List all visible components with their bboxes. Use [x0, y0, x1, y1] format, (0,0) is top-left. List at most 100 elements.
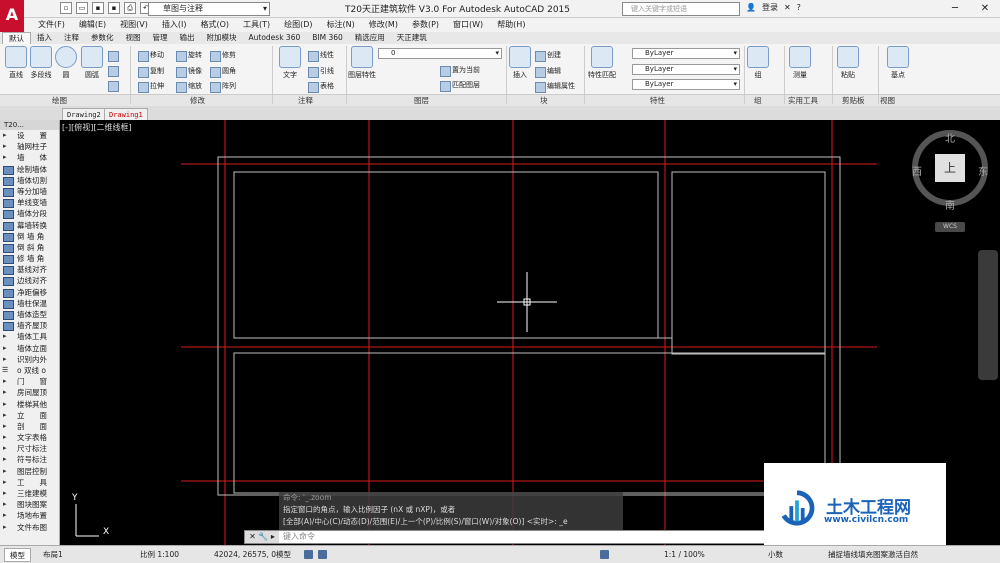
palette-item[interactable]: 墙齐屋顶 — [0, 320, 59, 332]
edit-attr-button[interactable]: 编辑属性 — [535, 81, 575, 93]
palette-item[interactable]: 绘制墙体 — [0, 164, 59, 175]
paste-button[interactable]: 粘贴 — [834, 46, 862, 80]
polyline-button[interactable]: 多段线 — [27, 46, 55, 80]
search-input[interactable]: 键入关键字或短语 — [622, 2, 740, 16]
arc-button[interactable]: 圆弧 — [78, 46, 106, 80]
tab-tangent[interactable]: 天正建筑 — [391, 32, 433, 44]
palette-item[interactable]: 识别内外 — [0, 354, 59, 365]
palette-item[interactable]: o 双线 o — [0, 365, 59, 376]
menu-help[interactable]: 帮助(H) — [491, 18, 531, 32]
line-button[interactable]: 直线 — [2, 46, 30, 80]
workspace-select[interactable]: 草图与注释 — [148, 2, 270, 16]
layer-select[interactable]: 0 — [378, 48, 502, 59]
tab-manage[interactable]: 管理 — [147, 32, 174, 44]
match-props-button[interactable]: 特性匹配 — [588, 46, 616, 80]
palette-item[interactable]: 门 窗 — [0, 376, 59, 387]
palette-item[interactable]: 倒 斜 角 — [0, 242, 59, 254]
compass-south[interactable]: 南 — [945, 197, 955, 212]
base-view-button[interactable]: 基点 — [884, 46, 912, 80]
scale-button[interactable]: 缩放 — [176, 81, 202, 93]
menu-tools[interactable]: 工具(T) — [237, 18, 276, 32]
palette-item[interactable]: 墙柱保温 — [0, 298, 59, 309]
layer-props-button[interactable]: 图层特性 — [348, 46, 376, 80]
match-layer-button[interactable]: 匹配图层 — [440, 80, 480, 92]
palette-item[interactable]: 文字表格 — [0, 432, 59, 443]
fillet-button[interactable]: 圆角 — [210, 66, 236, 78]
print-icon[interactable]: ⎙ — [124, 2, 136, 14]
text-button[interactable]: 文字 — [276, 46, 304, 80]
circle-button[interactable]: 圆 — [52, 46, 80, 80]
exchange-icon[interactable]: ✕ — [784, 3, 791, 12]
copy-button[interactable]: 复制 — [138, 66, 164, 78]
palette-item[interactable]: 尺寸标注 — [0, 443, 59, 454]
file-tab-drawing2[interactable]: Drawing2 — [62, 108, 106, 120]
measure-button[interactable]: 测量 — [786, 46, 814, 80]
annotation-icon[interactable] — [600, 550, 609, 559]
palette-item[interactable]: 幕墙转换 — [0, 220, 59, 231]
menu-edit[interactable]: 编辑(E) — [73, 18, 112, 32]
leader-button[interactable]: 引线 — [308, 66, 334, 78]
palette-item[interactable]: 修 墙 角 — [0, 253, 59, 265]
palette-item[interactable]: 楼梯其他 — [0, 399, 59, 410]
login-button[interactable]: 登录 — [762, 2, 778, 13]
compass-north[interactable]: 北 — [945, 130, 955, 145]
palette-item[interactable]: 场地布置 — [0, 510, 59, 521]
navigation-bar[interactable] — [978, 250, 998, 380]
create-block-button[interactable]: 创建 — [535, 50, 561, 62]
viewcube-top-face[interactable]: 上 — [935, 154, 965, 182]
help-icon[interactable]: ? — [797, 3, 801, 12]
menu-parametric[interactable]: 参数(P) — [406, 18, 445, 32]
color-select[interactable]: ByLayer — [632, 48, 740, 59]
palette-item[interactable]: 墙 体 — [0, 152, 59, 163]
units-readout[interactable]: 小数 — [768, 549, 783, 561]
viewport-controls[interactable]: [-][俯视][二维线框] — [62, 122, 132, 133]
palette-item[interactable]: 单线变墙 — [0, 197, 59, 209]
menu-window[interactable]: 窗口(W) — [447, 18, 489, 32]
command-close-icon[interactable]: ✕ 🔧 ▸ — [245, 531, 279, 543]
compass-west[interactable]: 西 — [912, 163, 922, 178]
tab-default[interactable]: 默认 — [2, 32, 31, 44]
new-icon[interactable]: ▫ — [60, 2, 72, 14]
linetype-select[interactable]: ByLayer — [632, 64, 740, 75]
save-icon[interactable]: ▪ — [92, 2, 104, 14]
menu-draw[interactable]: 绘图(D) — [278, 18, 318, 32]
rotate-button[interactable]: 旋转 — [176, 50, 202, 62]
palette-item[interactable]: 轴网柱子 — [0, 141, 59, 152]
menu-dimension[interactable]: 标注(N) — [321, 18, 361, 32]
palette-item[interactable]: 三维建模 — [0, 488, 59, 499]
file-tab-drawing1[interactable]: Drawing1 — [104, 108, 148, 120]
menu-modify[interactable]: 修改(M) — [363, 18, 404, 32]
palette-item[interactable]: 图块图案 — [0, 499, 59, 510]
app-logo-icon[interactable]: A — [0, 0, 24, 34]
scale-readout[interactable]: 比例 1:100 — [140, 549, 179, 561]
tab-featured[interactable]: 精选应用 — [349, 32, 391, 44]
tab-insert[interactable]: 插入 — [31, 32, 58, 44]
insert-block-button[interactable]: 插入 — [506, 46, 534, 80]
palette-item[interactable]: 倒 墙 角 — [0, 231, 59, 242]
menu-view[interactable]: 视图(V) — [114, 18, 154, 32]
wcs-menu[interactable]: WCS — [935, 222, 965, 232]
palette-item[interactable]: 等分加墙 — [0, 186, 59, 198]
grid-icon[interactable] — [304, 550, 313, 559]
menu-insert[interactable]: 插入(I) — [156, 18, 193, 32]
trim-button[interactable]: 修剪 — [210, 50, 236, 62]
palette-item[interactable]: 墙体分段 — [0, 208, 59, 220]
command-input[interactable]: 键入命令 — [283, 531, 315, 543]
tab-view[interactable]: 视图 — [120, 32, 147, 44]
snap-icon[interactable] — [318, 550, 327, 559]
model-space-toggle[interactable]: 模型 — [276, 549, 291, 561]
close-button[interactable]: ✕ — [970, 0, 1000, 18]
tab-bim360[interactable]: BIM 360 — [306, 32, 349, 44]
palette-item[interactable]: 文件布图 — [0, 522, 59, 533]
table-button[interactable]: 表格 — [308, 81, 334, 93]
palette-item[interactable]: 符号标注 — [0, 454, 59, 465]
edit-block-button[interactable]: 编辑 — [535, 66, 561, 78]
palette-item[interactable]: 设 置 — [0, 130, 59, 141]
palette-item[interactable]: 墙体切割 — [0, 175, 59, 186]
palette-item[interactable]: 剖 面 — [0, 421, 59, 432]
tab-annotate[interactable]: 注释 — [58, 32, 85, 44]
linear-dim-button[interactable]: 线性 — [308, 50, 334, 62]
palette-item[interactable]: 边线对齐 — [0, 275, 59, 287]
palette-item[interactable]: 基线对齐 — [0, 264, 59, 276]
palette-item[interactable]: 墙体造型 — [0, 309, 59, 321]
